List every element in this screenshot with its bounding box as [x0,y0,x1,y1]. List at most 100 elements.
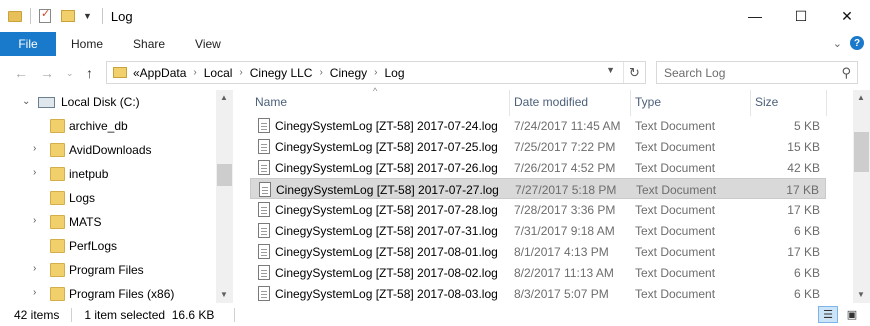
properties-icon[interactable] [39,7,51,23]
expand-ribbon-chevron-icon[interactable]: ⌄ [833,37,842,50]
text-document-icon [258,202,270,217]
column-divider[interactable] [826,90,827,116]
breadcrumb-cinegy-llc[interactable]: Cinegy LLC [250,66,313,80]
search-icon[interactable]: ⚲ [841,65,851,81]
address-history-dropdown-icon[interactable]: ▼ [606,65,615,75]
file-name: CinegySystemLog [ZT-58] 2017-07-25.log [275,140,498,154]
breadcrumb-separator-icon[interactable]: › [374,67,377,78]
file-row[interactable]: CinegySystemLog [ZT-58] 2017-07-26.log 7… [250,157,826,178]
chevron-right-icon[interactable]: › [33,143,36,154]
large-icons-view-icon[interactable]: ▣ [842,306,862,323]
tree-item-aviddownloads[interactable]: › AvidDownloads [0,138,216,162]
file-size: 17 KB [786,183,819,197]
tree-item-program-files[interactable]: › Program Files [0,258,216,282]
chevron-right-icon[interactable]: › [33,167,36,178]
file-name: CinegySystemLog [ZT-58] 2017-07-28.log [275,203,498,217]
column-divider[interactable] [630,90,631,116]
chevron-right-icon[interactable]: › [33,287,36,298]
file-list-scrollbar[interactable]: ▲ ▼ [853,90,870,303]
breadcrumb-separator-icon[interactable]: › [319,67,322,78]
file-date-modified: 8/3/2017 5:07 PM [514,287,609,301]
breadcrumb-separator-icon[interactable]: › [193,67,196,78]
chevron-down-icon[interactable]: ⌄ [22,96,30,107]
back-arrow-icon[interactable]: ← [14,65,28,81]
file-date-modified: 7/25/2017 7:22 PM [514,140,616,154]
column-header-name[interactable]: Name [255,95,287,111]
file-name: CinegySystemLog [ZT-58] 2017-07-31.log [275,224,498,238]
tab-file[interactable]: File [0,32,56,56]
chevron-right-icon[interactable]: › [33,215,36,226]
search-input[interactable] [664,65,824,80]
breadcrumb-local[interactable]: Local [204,66,233,80]
maximize-button[interactable]: ☐ [778,0,824,32]
scroll-down-arrow-icon[interactable]: ▼ [220,290,228,299]
column-header-size[interactable]: Size [755,95,778,111]
file-row[interactable]: CinegySystemLog [ZT-58] 2017-07-25.log 7… [250,136,826,157]
folder-icon [50,263,65,277]
new-folder-icon[interactable] [61,10,75,22]
file-row[interactable]: CinegySystemLog [ZT-58] 2017-07-24.log 7… [250,115,826,136]
help-icon[interactable]: ? [850,36,864,50]
minimize-button[interactable]: — [732,0,778,32]
window-controls: — ☐ ✕ [732,0,870,32]
navigation-pane-scrollbar[interactable]: ▲ ▼ [216,90,233,303]
refresh-icon[interactable]: ↻ [623,62,645,83]
file-type: Text Document [635,203,716,217]
up-arrow-icon[interactable]: ↑ [86,65,93,81]
file-date-modified: 7/28/2017 3:36 PM [514,203,616,217]
tree-item-local-disk[interactable]: ⌄ Local Disk (C:) [0,90,216,114]
file-type: Text Document [635,224,716,238]
forward-arrow-icon[interactable]: → [40,65,54,81]
folder-icon [50,167,65,181]
file-row[interactable]: CinegySystemLog [ZT-58] 2017-08-02.log 8… [250,262,826,283]
tree-item-logs[interactable]: Logs [0,186,216,210]
file-name: CinegySystemLog [ZT-58] 2017-08-01.log [275,245,498,259]
scrollbar-thumb[interactable] [854,132,869,172]
ribbon-right-controls: ⌄ ? [833,36,864,50]
tree-item-inetpub[interactable]: › inetpub [0,162,216,186]
address-bar[interactable]: «AppData › Local › Cinegy LLC › Cinegy ›… [106,61,646,84]
file-size: 6 KB [793,287,820,301]
column-header-type[interactable]: Type [635,95,661,111]
tree-item-label: Program Files [69,263,144,277]
file-date-modified: 7/26/2017 4:52 PM [514,161,616,175]
column-header-date-modified[interactable]: Date modified [514,95,588,111]
file-row[interactable]: CinegySystemLog [ZT-58] 2017-07-28.log 7… [250,199,826,220]
tree-item-mats[interactable]: › MATS [0,210,216,234]
column-divider[interactable] [509,90,510,116]
breadcrumb-cinegy[interactable]: Cinegy [330,66,367,80]
file-row[interactable]: CinegySystemLog [ZT-58] 2017-08-03.log 8… [250,283,826,304]
tree-item-perflogs[interactable]: PerfLogs [0,234,216,258]
scroll-up-arrow-icon[interactable]: ▲ [220,93,228,102]
text-document-icon [258,118,270,133]
close-button[interactable]: ✕ [824,0,870,32]
customize-quick-access-dropdown[interactable]: ▼ [83,11,92,21]
tree-item-label: AvidDownloads [69,143,152,157]
sort-ascending-caret-icon: ^ [373,86,378,96]
breadcrumb-log[interactable]: Log [385,66,405,80]
scrollbar-thumb[interactable] [217,164,232,186]
status-bar: 42 items 1 item selected 16.6 KB ☰ ▣ [0,303,870,326]
view-switcher: ☰ ▣ [818,306,862,323]
navigation-bar: ← → ⌄ ↑ «AppData › Local › Cinegy LLC › … [0,56,870,90]
recent-locations-chevron-icon[interactable]: ⌄ [66,68,74,79]
window-title: Log [110,8,133,24]
tree-item-archive-db[interactable]: archive_db [0,114,216,138]
breadcrumb-separator-icon[interactable]: › [239,67,242,78]
tab-view[interactable]: View [180,32,236,56]
column-divider[interactable] [750,90,751,116]
selection-info: 1 item selected 16.6 KB [84,307,215,322]
breadcrumb-appdata[interactable]: «AppData [133,66,186,80]
file-size: 5 KB [793,119,820,133]
file-type: Text Document [635,119,716,133]
scroll-up-arrow-icon[interactable]: ▲ [857,93,865,102]
file-row-selected[interactable]: CinegySystemLog [ZT-58] 2017-07-27.log 7… [250,178,826,199]
text-document-icon [259,182,271,197]
details-view-icon[interactable]: ☰ [818,306,838,323]
scroll-down-arrow-icon[interactable]: ▼ [857,290,865,299]
tab-share[interactable]: Share [118,32,180,56]
tab-home[interactable]: Home [56,32,118,56]
file-row[interactable]: CinegySystemLog [ZT-58] 2017-07-31.log 7… [250,220,826,241]
file-row[interactable]: CinegySystemLog [ZT-58] 2017-08-01.log 8… [250,241,826,262]
chevron-right-icon[interactable]: › [33,263,36,274]
